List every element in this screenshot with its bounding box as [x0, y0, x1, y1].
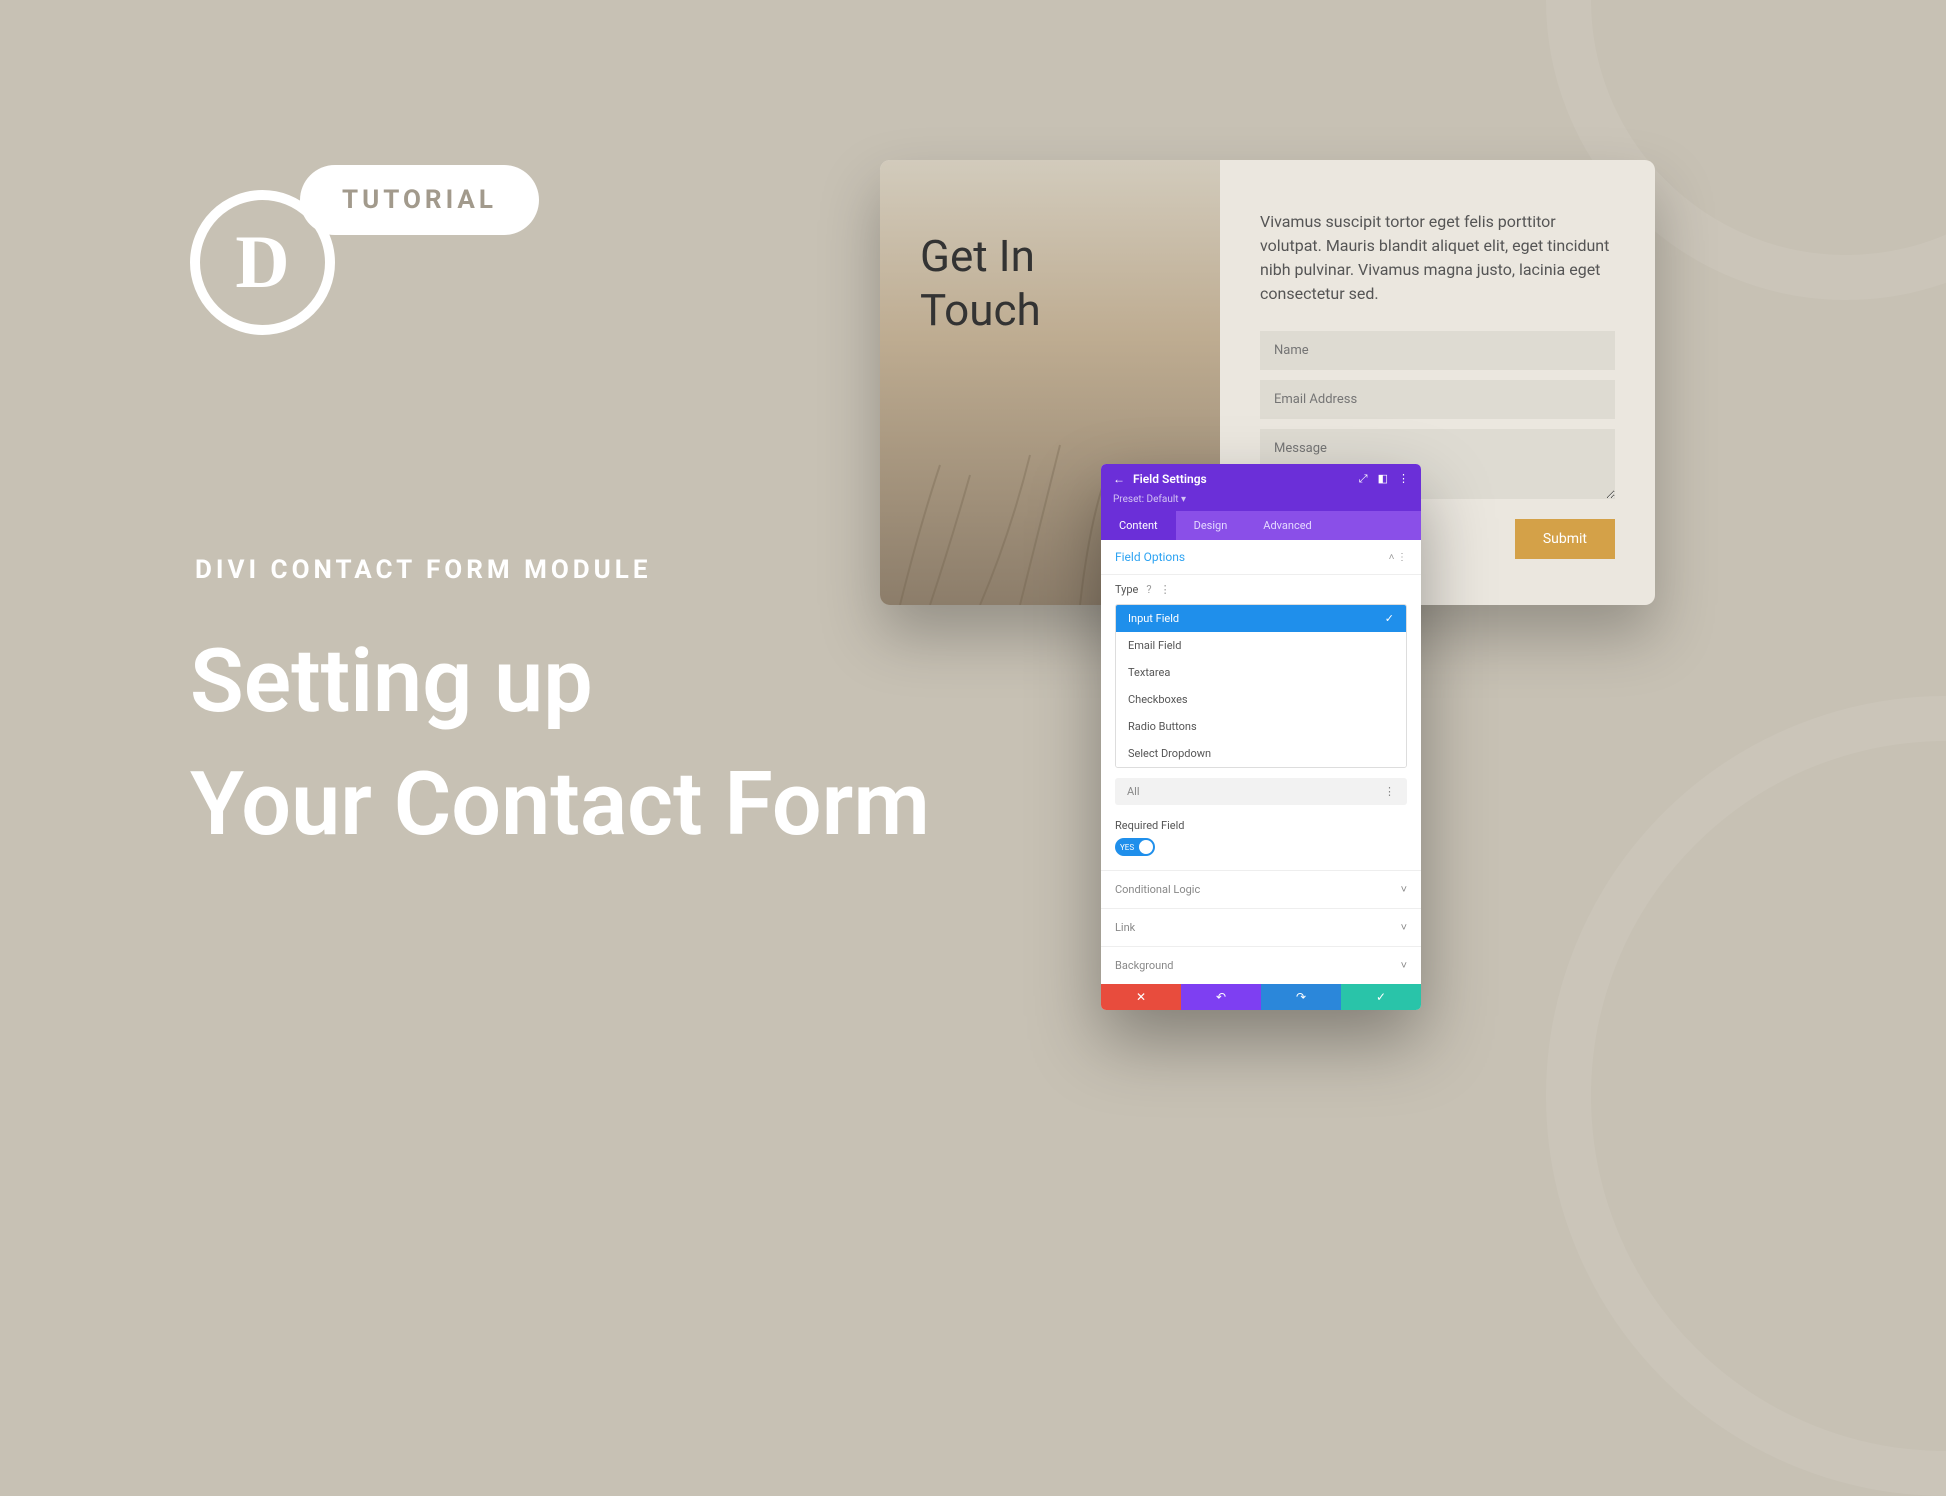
section-background[interactable]: Background ˅ — [1101, 946, 1421, 984]
section-label: Conditional Logic — [1115, 883, 1200, 896]
save-button[interactable]: ✓ — [1341, 984, 1421, 1010]
section-conditional-logic[interactable]: Conditional Logic ˅ — [1101, 870, 1421, 908]
more-icon[interactable]: ⋮ — [1160, 583, 1171, 596]
all-label: All — [1127, 785, 1140, 798]
redo-button[interactable]: ↷ — [1261, 984, 1341, 1010]
option-checkboxes[interactable]: Checkboxes — [1116, 686, 1406, 713]
card-title-line: Touch — [920, 284, 1041, 336]
page-heading: Setting up Your Contact Form — [190, 620, 930, 866]
submit-button[interactable]: Submit — [1515, 519, 1615, 559]
chevron-down-icon: ˅ — [1401, 921, 1407, 934]
help-icon[interactable]: ? — [1146, 583, 1151, 596]
expand-icon[interactable]: ⤢ — [1359, 472, 1368, 486]
email-input[interactable] — [1260, 380, 1615, 419]
more-icon: ⋮ — [1384, 785, 1395, 798]
option-label: Input Field — [1128, 612, 1179, 625]
section-label: Background — [1115, 959, 1173, 972]
divi-logo-letter: D — [235, 220, 289, 306]
undo-button[interactable]: ↶ — [1181, 984, 1261, 1010]
section-field-options[interactable]: Field Options ˄ ⋮ — [1101, 540, 1421, 575]
tab-design[interactable]: Design — [1176, 511, 1246, 540]
cancel-button[interactable]: ✕ — [1101, 984, 1181, 1010]
more-icon[interactable]: ⋮ — [1398, 472, 1409, 486]
chevron-down-icon: ▾ — [1181, 494, 1186, 505]
toggle-label: YES — [1120, 843, 1134, 852]
heading-line: Setting up — [190, 630, 593, 733]
section-link[interactable]: Link ˅ — [1101, 908, 1421, 946]
required-toggle[interactable]: YES — [1115, 838, 1155, 856]
card-description: Vivamus suscipit tortor eget felis portt… — [1260, 210, 1615, 306]
chevron-down-icon: ˅ — [1401, 883, 1407, 896]
option-email-field[interactable]: Email Field — [1116, 632, 1406, 659]
option-radio-buttons[interactable]: Radio Buttons — [1116, 713, 1406, 740]
type-label: Type — [1115, 583, 1138, 596]
back-icon[interactable]: ← — [1113, 472, 1125, 486]
chevron-up-icon: ˄ ⋮ — [1389, 552, 1407, 563]
card-title: Get In Touch — [920, 230, 1180, 338]
check-icon: ✓ — [1385, 612, 1394, 625]
page-subheading: DIVI CONTACT FORM MODULE — [195, 555, 652, 585]
duplicate-icon[interactable]: ◧ — [1378, 472, 1388, 486]
brand-block: D TUTORIAL — [190, 165, 335, 335]
heading-line: Your Contact Form — [190, 753, 930, 856]
field-type-select[interactable]: Input Field ✓ Email Field Textarea Check… — [1115, 604, 1407, 768]
tab-content[interactable]: Content — [1101, 511, 1176, 540]
field-settings-panel: ← Field Settings ⤢ ◧ ⋮ Preset: Default ▾… — [1101, 464, 1421, 1010]
section-label: Field Options — [1115, 550, 1185, 564]
panel-tabs: Content Design Advanced — [1101, 511, 1421, 540]
tab-advanced[interactable]: Advanced — [1245, 511, 1329, 540]
panel-header: ← Field Settings ⤢ ◧ ⋮ — [1101, 464, 1421, 494]
card-title-line: Get In — [920, 230, 1035, 282]
panel-title: Field Settings — [1133, 472, 1351, 486]
section-label: Link — [1115, 921, 1135, 934]
all-row[interactable]: All ⋮ — [1115, 778, 1407, 805]
tutorial-badge: TUTORIAL — [300, 165, 539, 235]
option-select-dropdown[interactable]: Select Dropdown — [1116, 740, 1406, 767]
preset-label[interactable]: Preset: Default ▾ — [1101, 494, 1421, 511]
panel-footer: ✕ ↶ ↷ ✓ — [1101, 984, 1421, 1010]
chevron-down-icon: ˅ — [1401, 959, 1407, 972]
name-input[interactable] — [1260, 331, 1615, 370]
option-textarea[interactable]: Textarea — [1116, 659, 1406, 686]
decorative-circle — [1546, 696, 1946, 1496]
type-row: Type ? ⋮ — [1101, 575, 1421, 604]
required-field-label: Required Field — [1101, 815, 1421, 834]
option-input-field[interactable]: Input Field ✓ — [1116, 605, 1406, 632]
